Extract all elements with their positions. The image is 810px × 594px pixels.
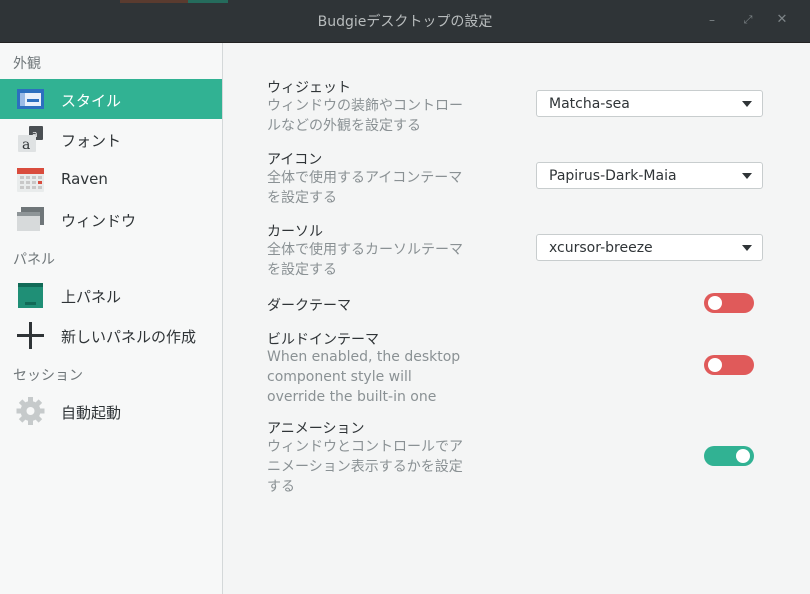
sidebar-item-raven[interactable]: Raven (0, 159, 222, 199)
toggle-knob (708, 296, 722, 310)
sidebar-item-label: フォント (61, 132, 122, 150)
chevron-down-icon (742, 101, 752, 107)
sidebar-item-top-panel[interactable]: 上パネル (0, 275, 222, 315)
cursor-theme-value: xcursor-breeze (549, 240, 653, 256)
font-icon: a a (18, 126, 43, 153)
style-icon (17, 89, 44, 109)
icons-description: 全体で使用するアイコンテーマを設定する (267, 170, 463, 206)
sidebar-item-label: ウィンドウ (61, 212, 137, 230)
widget-theme-select[interactable]: Matcha-sea (536, 90, 763, 117)
minimize-icon[interactable]: – (705, 13, 719, 27)
window-icon (17, 207, 44, 231)
builtin-theme-description: When enabled, the desktop component styl… (267, 349, 461, 405)
close-icon[interactable]: ✕ (775, 13, 789, 27)
raven-calendar-icon (17, 168, 44, 192)
panel-icon (18, 283, 43, 308)
builtin-theme-title: ビルドインテーマ (267, 332, 379, 348)
settings-window: Budgieデスクトップの設定 – ⤢ ✕ 外観 スタイル a a フォント (0, 0, 810, 594)
svg-text:a: a (22, 137, 30, 153)
settings-content: ウィジェット ウィンドウの装飾やコントロールなどの外観を設定する Matcha-… (223, 43, 810, 594)
section-appearance: 外観 (13, 56, 41, 72)
sidebar-item-label: 上パネル (61, 288, 122, 306)
chevron-down-icon (742, 245, 752, 251)
icon-theme-select[interactable]: Papirus-Dark-Maia (536, 162, 763, 189)
dark-theme-toggle[interactable] (704, 293, 754, 313)
sidebar: 外観 スタイル a a フォント (0, 43, 223, 594)
sidebar-item-label: スタイル (61, 92, 122, 110)
animations-toggle[interactable] (704, 446, 754, 466)
dark-theme-title: ダークテーマ (267, 298, 351, 314)
widget-theme-value: Matcha-sea (549, 96, 630, 112)
sidebar-item-label: Raven (61, 170, 108, 188)
title-bar[interactable]: Budgieデスクトップの設定 – ⤢ ✕ (0, 0, 810, 43)
animations-description: ウィンドウとコントロールでアニメーション表示するかを設定する (267, 439, 463, 495)
widget-title: ウィジェット (267, 80, 351, 96)
icons-title: アイコン (267, 152, 323, 168)
sidebar-item-font[interactable]: a a フォント (0, 119, 222, 159)
toggle-knob (736, 449, 750, 463)
widget-description: ウィンドウの装飾やコントロールなどの外観を設定する (267, 98, 463, 134)
animations-title: アニメーション (267, 421, 365, 437)
icon-theme-value: Papirus-Dark-Maia (549, 168, 677, 184)
maximize-icon[interactable]: ⤢ (741, 13, 755, 27)
section-panels: パネル (13, 252, 55, 268)
gear-icon (16, 397, 45, 425)
sidebar-item-window[interactable]: ウィンドウ (0, 199, 222, 239)
cursor-theme-select[interactable]: xcursor-breeze (536, 234, 763, 261)
toggle-knob (708, 358, 722, 372)
chevron-down-icon (742, 173, 752, 179)
cursor-description: 全体で使用するカーソルテーマを設定する (267, 242, 463, 278)
cursor-title: カーソル (267, 224, 323, 240)
sidebar-item-autostart[interactable]: 自動起動 (0, 391, 222, 431)
builtin-theme-toggle[interactable] (704, 355, 754, 375)
sidebar-item-label: 自動起動 (61, 404, 122, 422)
section-session: セッション (13, 368, 83, 384)
plus-icon (17, 322, 44, 349)
window-title: Budgieデスクトップの設定 (317, 14, 493, 30)
sidebar-item-new-panel[interactable]: 新しいパネルの作成 (0, 315, 222, 355)
sidebar-item-label: 新しいパネルの作成 (61, 328, 197, 346)
sidebar-item-style[interactable]: スタイル (0, 79, 222, 119)
